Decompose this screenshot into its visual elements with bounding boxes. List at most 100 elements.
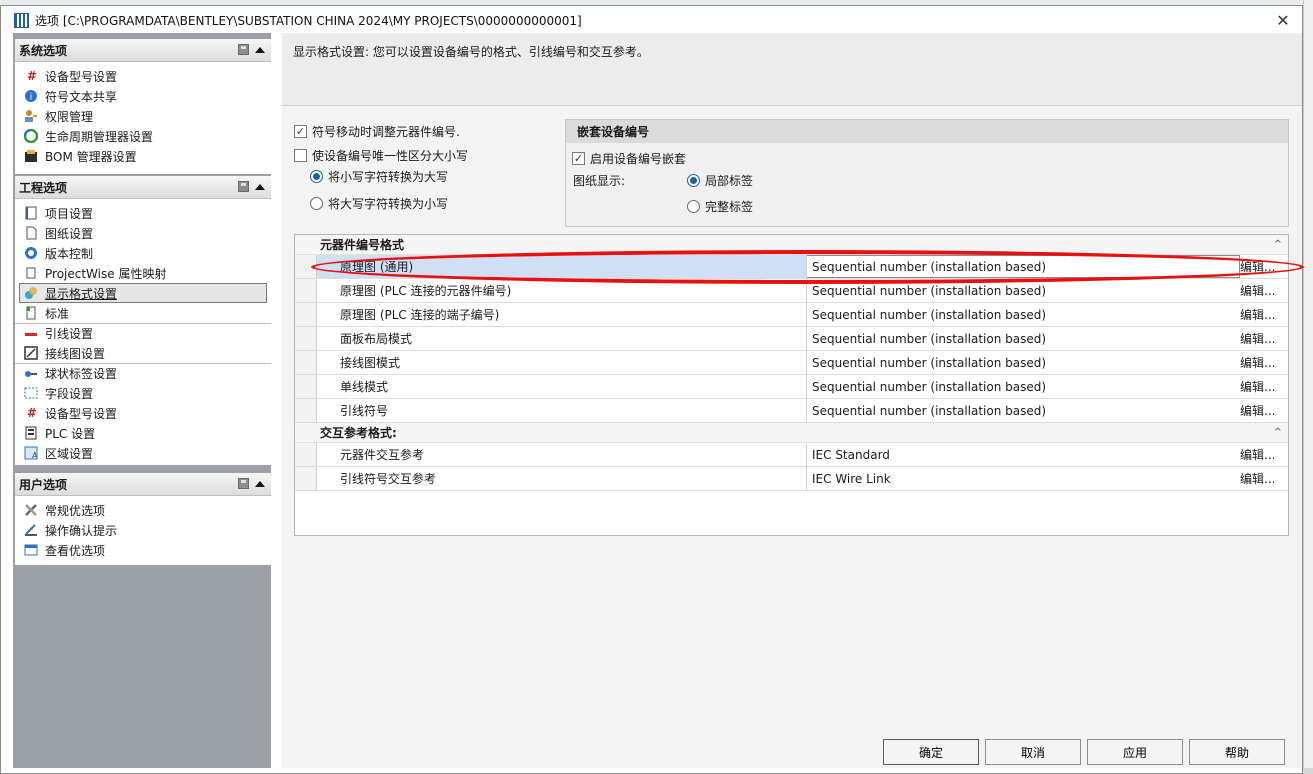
confirm-icon (23, 522, 39, 538)
edit-button[interactable]: 编辑... (1240, 327, 1288, 350)
hash-icon: # (26, 69, 36, 83)
background-app-edge (1303, 0, 1313, 774)
close-button[interactable]: ✕ (1272, 9, 1294, 31)
nav-item-balloon[interactable]: 球状标签设置 (15, 363, 271, 383)
table-row[interactable]: 原理图 (PLC 连接的元器件编号) Sequential number (in… (295, 279, 1288, 303)
nav-item-display-format[interactable]: 显示格式设置 (19, 283, 267, 303)
system-options-group: 系统选项 # 设备型号设置 i 符号文本共享 权限管理 生命周期管理器设置 BO… (15, 39, 271, 174)
display-format-settings: ✓ 符号移动时调整元器件编号. 使设备编号唯一性区分大小写 将小写字符转换为大写… (282, 106, 1302, 768)
nav-item-confirm-prompts[interactable]: 操作确认提示 (15, 520, 271, 540)
radio-selected-icon[interactable] (687, 174, 700, 187)
nav-item-view-prefs[interactable]: 查看优选项 (15, 540, 271, 560)
table-row[interactable]: 单线模式 Sequential number (installation bas… (295, 375, 1288, 399)
svg-text:A: A (32, 451, 38, 460)
radio-unselected-icon[interactable] (310, 197, 323, 210)
nav-item-general-prefs[interactable]: 常规优选项 (15, 500, 271, 520)
table-row[interactable]: 接线图模式 Sequential number (installation ba… (295, 351, 1288, 375)
case-sensitive-option[interactable]: 使设备编号唯一性区分大小写 (294, 147, 468, 164)
nav-item-wire-settings[interactable]: 引线设置 (15, 323, 271, 343)
balloon-icon (23, 366, 39, 382)
collapse-caret-icon[interactable]: ^ (1274, 427, 1282, 438)
edit-button[interactable]: 编辑... (1240, 303, 1288, 326)
xref-format-category[interactable]: 交互参考格式: ^ (295, 423, 1288, 443)
title-bar: 选项 [C:\PROGRAMDATA\BENTLEY\SUBSTATION CH… (1, 6, 1302, 34)
radio-selected-icon[interactable] (310, 170, 323, 183)
edit-button[interactable]: 编辑... (1240, 255, 1288, 278)
nav-item-projectwise[interactable]: ProjectWise 属性映射 (15, 263, 271, 283)
edit-button[interactable]: 编辑... (1240, 375, 1288, 398)
help-button[interactable]: 帮助 (1189, 739, 1285, 765)
user-key-icon (23, 108, 39, 124)
edit-button[interactable]: 编辑... (1240, 279, 1288, 302)
page-icon (23, 225, 39, 241)
nav-item-wiring-diagram[interactable]: 接线图设置 (15, 343, 271, 363)
table-row[interactable]: 原理图 (PLC 连接的端子编号) Sequential number (ins… (295, 303, 1288, 327)
save-icon[interactable] (238, 44, 249, 55)
table-row[interactable]: 引线符号 Sequential number (installation bas… (295, 399, 1288, 423)
edit-button[interactable]: 编辑... (1240, 443, 1288, 466)
group-header-system[interactable]: 系统选项 (15, 39, 271, 62)
nav-item-plc-settings[interactable]: PLC 设置 (15, 423, 271, 443)
user-options-group: 用户选项 常规优选项 操作确认提示 查看优选项 (15, 473, 271, 565)
nav-item-device-model[interactable]: # 设备型号设置 (15, 66, 271, 86)
ok-button[interactable]: 确定 (883, 739, 979, 765)
nested-numbering-title: 嵌套设备编号 (566, 120, 1288, 143)
book-icon (23, 205, 39, 221)
nav-item-project-settings[interactable]: 项目设置 (15, 203, 271, 223)
hash-icon: # (26, 406, 36, 420)
nav-item-field-settings[interactable]: 字段设置 (15, 383, 271, 403)
checkbox-checked-icon[interactable]: ✓ (294, 125, 307, 138)
apply-button[interactable]: 应用 (1087, 739, 1183, 765)
group-header-user[interactable]: 用户选项 (15, 473, 271, 496)
format-property-grid: 元器件编号格式 ^ 原理图 (通用) Sequential number (in… (294, 234, 1289, 536)
bom-icon (23, 148, 39, 164)
radio-unselected-icon[interactable] (687, 200, 700, 213)
info-globe-icon: i (23, 88, 39, 104)
nav-item-permissions[interactable]: 权限管理 (15, 106, 271, 126)
edit-button[interactable]: 编辑... (1240, 467, 1288, 490)
collapse-up-icon[interactable] (255, 480, 265, 487)
project-options-group: 工程选项 项目设置 图纸设置 版本控制 ProjectWise 属性映射 显示格… (15, 176, 271, 465)
standard-icon (23, 305, 39, 321)
nav-item-symbol-text[interactable]: i 符号文本共享 (15, 86, 271, 106)
window-title: 选项 [C:\PROGRAMDATA\BENTLEY\SUBSTATION CH… (35, 13, 582, 28)
enable-nesting-option[interactable]: ✓ 启用设备编号嵌套 (572, 150, 686, 167)
to-lower-radio[interactable]: 将大写字符转换为小写 (310, 195, 448, 212)
collapse-caret-icon[interactable]: ^ (1274, 239, 1282, 250)
group-title: 工程选项 (19, 180, 68, 195)
nav-item-lifecycle[interactable]: 生命周期管理器设置 (15, 126, 271, 146)
tools-icon (23, 502, 39, 518)
nav-item-area-settings[interactable]: A 区域设置 (15, 443, 271, 463)
table-row[interactable]: 面板布局模式 Sequential number (installation b… (295, 327, 1288, 351)
wiring-diagram-icon (23, 345, 39, 361)
nav-item-drawing-settings[interactable]: 图纸设置 (15, 223, 271, 243)
options-navigation-panel: 系统选项 # 设备型号设置 i 符号文本共享 权限管理 生命周期管理器设置 BO… (13, 33, 271, 768)
nav-item-standard[interactable]: 标准 (15, 303, 271, 323)
table-row[interactable]: 元器件交互参考 IEC Standard 编辑... (295, 443, 1288, 467)
save-icon[interactable] (238, 181, 249, 192)
table-row[interactable]: 引线符号交互参考 IEC Wire Link 编辑... (295, 467, 1288, 491)
group-header-project[interactable]: 工程选项 (15, 176, 271, 199)
table-row[interactable]: 原理图 (通用) Sequential number (installation… (295, 255, 1288, 279)
edit-button[interactable]: 编辑... (1240, 351, 1288, 374)
checkbox-checked-icon[interactable]: ✓ (572, 152, 585, 165)
version-icon (23, 245, 39, 261)
nav-item-device-model-project[interactable]: # 设备型号设置 (15, 403, 271, 423)
full-label-radio[interactable]: 完整标签 (687, 198, 753, 215)
nav-item-version-control[interactable]: 版本控制 (15, 243, 271, 263)
display-format-icon (23, 285, 39, 301)
to-upper-radio[interactable]: 将小写字符转换为大写 (310, 168, 448, 185)
partial-label-radio[interactable]: 局部标签 (687, 172, 753, 189)
save-icon[interactable] (238, 478, 249, 489)
cancel-button[interactable]: 取消 (985, 739, 1081, 765)
checkbox-unchecked-icon[interactable] (294, 149, 307, 162)
page-description: 显示格式设置: 您可以设置设备编号的格式、引线编号和交互参考。 (293, 45, 649, 59)
field-icon (23, 385, 39, 401)
adjust-on-move-option[interactable]: ✓ 符号移动时调整元器件编号. (294, 123, 460, 140)
drawing-display-label: 图纸显示: (573, 174, 626, 188)
device-format-category[interactable]: 元器件编号格式 ^ (295, 235, 1288, 255)
nav-item-bom[interactable]: BOM 管理器设置 (15, 146, 271, 166)
edit-button[interactable]: 编辑... (1240, 399, 1288, 422)
collapse-up-icon[interactable] (255, 183, 265, 190)
collapse-up-icon[interactable] (255, 46, 265, 53)
